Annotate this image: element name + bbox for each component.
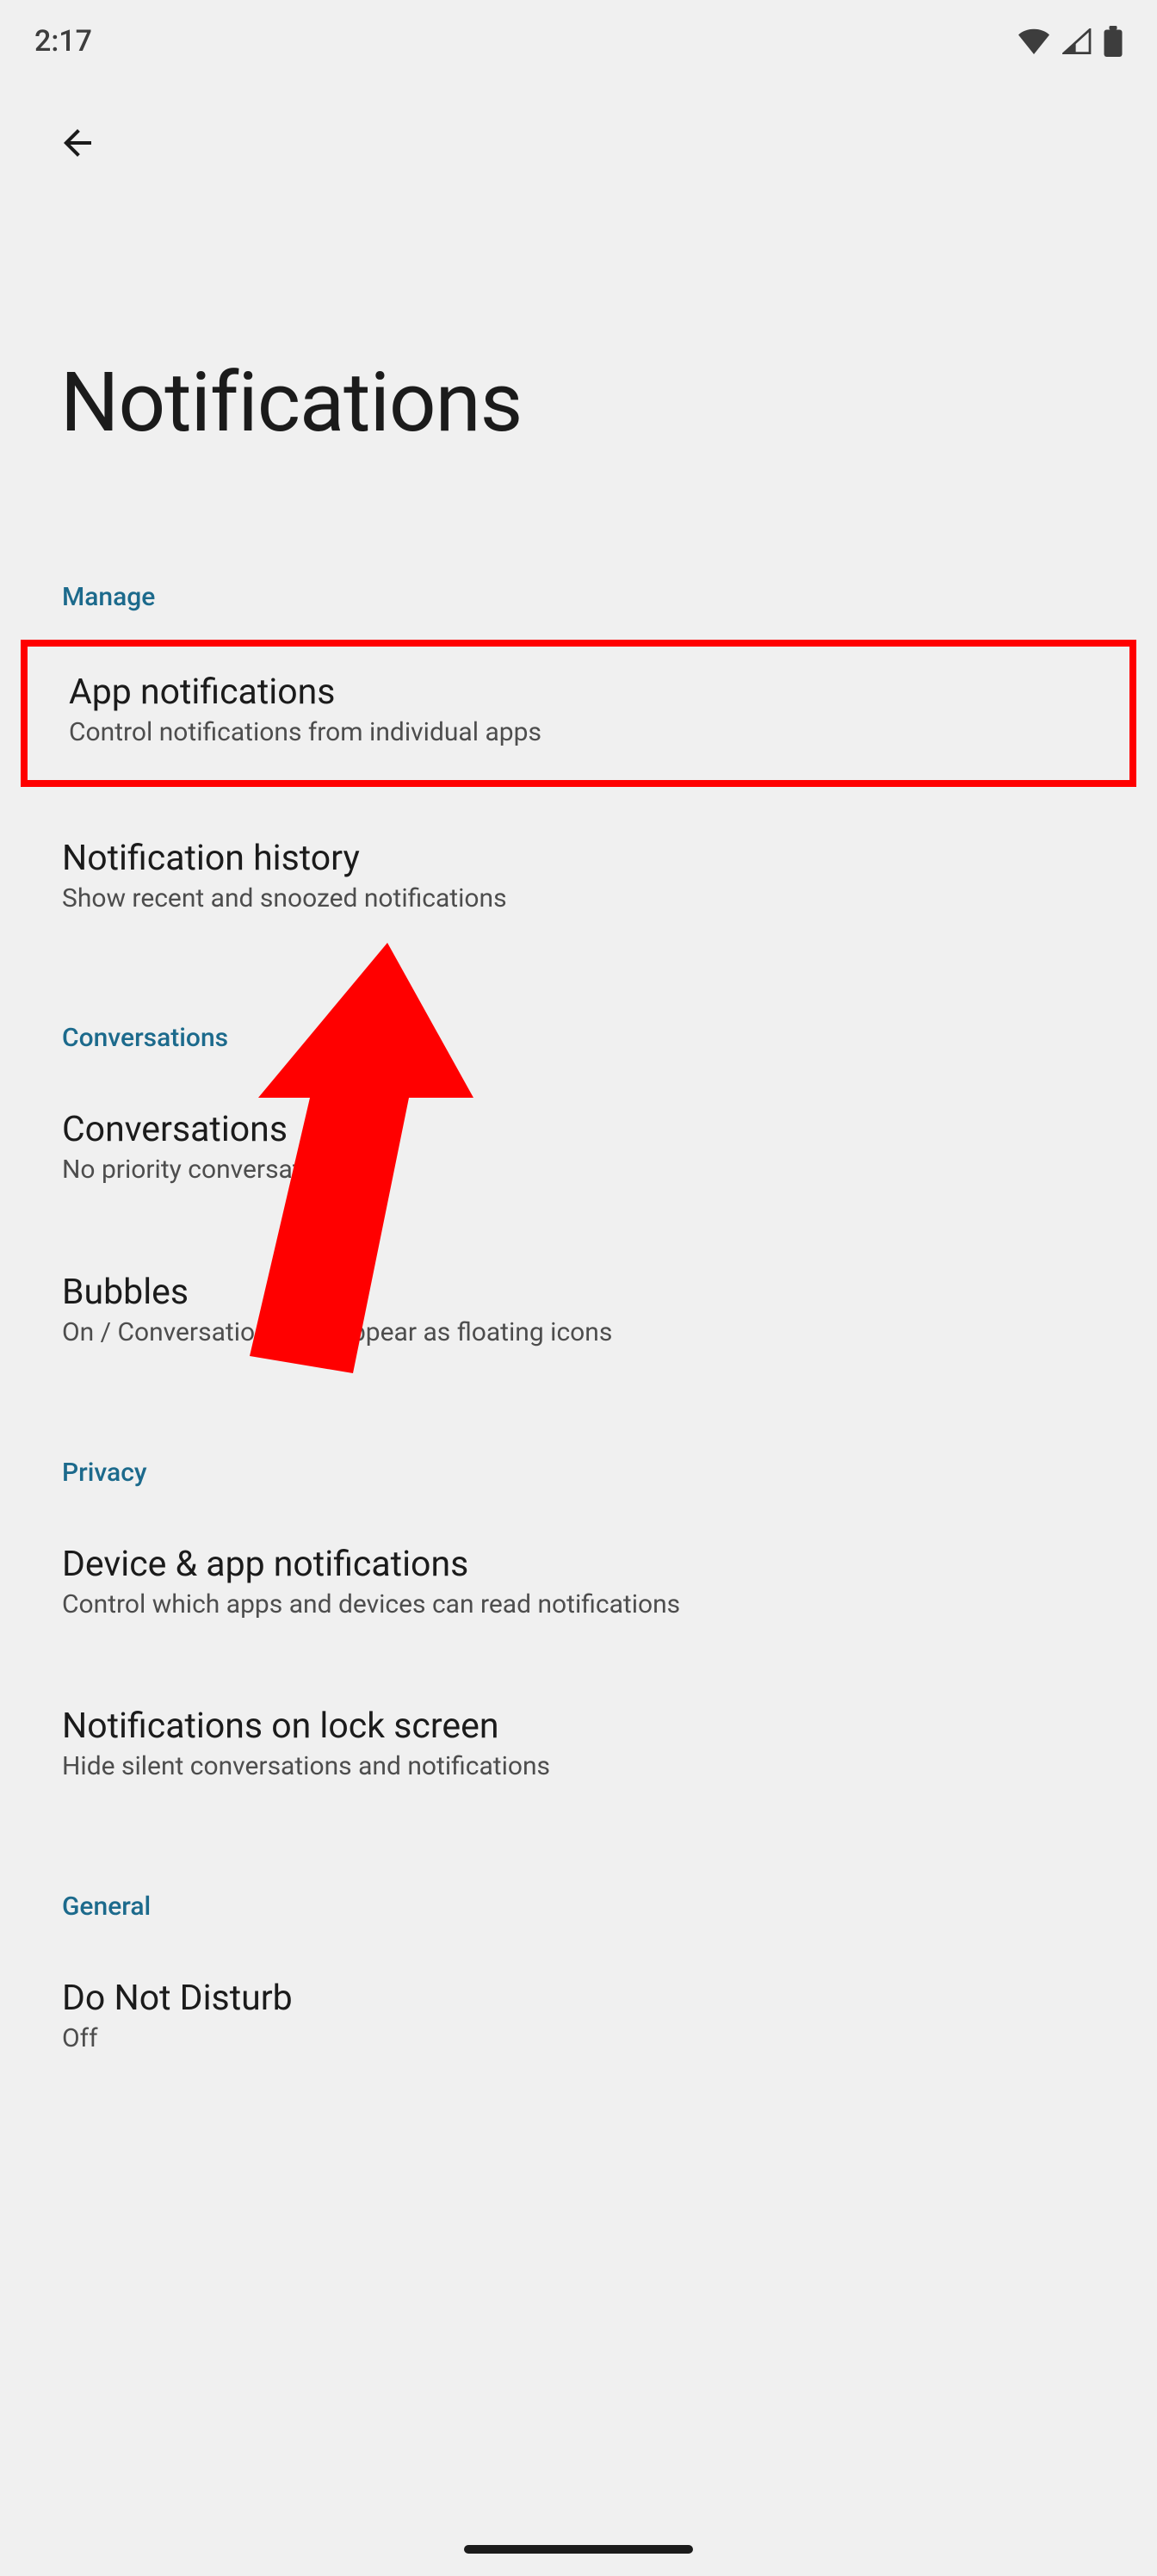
page-title: Notifications — [0, 174, 1157, 554]
status-time: 2:17 — [34, 24, 92, 59]
row-subtitle: Control notifications from individual ap… — [69, 716, 1088, 749]
row-title: Conversations — [62, 1110, 1095, 1154]
row-device-app-notifications[interactable]: Device & app notifications Control which… — [0, 1515, 1157, 1656]
section-header-general: General — [0, 1864, 1157, 1949]
row-title: Notifications on lock screen — [62, 1706, 1095, 1750]
row-subtitle: Show recent and snoozed notifications — [62, 882, 1095, 915]
row-title: Bubbles — [62, 1273, 1095, 1316]
row-bubbles[interactable]: Bubbles On / Conversations can appear as… — [0, 1243, 1157, 1384]
arrow-left-icon — [57, 122, 98, 164]
navigation-handle[interactable] — [464, 2545, 693, 2554]
row-title: Do Not Disturb — [62, 1978, 1095, 2022]
row-subtitle: Off — [62, 2022, 1095, 2055]
row-lock-screen[interactable]: Notifications on lock screen Hide silent… — [0, 1677, 1157, 1817]
row-subtitle: Hide silent conversations and notificati… — [62, 1750, 1095, 1783]
status-icons — [1018, 26, 1123, 57]
row-app-notifications[interactable]: App notifications Control notifications … — [21, 640, 1136, 787]
row-subtitle: Control which apps and devices can read … — [62, 1588, 1095, 1621]
row-do-not-disturb[interactable]: Do Not Disturb Off — [0, 1949, 1157, 2090]
row-subtitle: On / Conversations can appear as floatin… — [62, 1316, 1095, 1349]
row-subtitle: No priority conversations — [62, 1154, 1095, 1186]
wifi-icon — [1018, 28, 1050, 54]
row-title: Device & app notifications — [62, 1545, 1095, 1588]
row-conversations[interactable]: Conversations No priority conversations — [0, 1081, 1157, 1221]
status-bar: 2:17 — [0, 0, 1157, 83]
row-title: App notifications — [69, 672, 1088, 716]
row-notification-history[interactable]: Notification history Show recent and sno… — [0, 809, 1157, 950]
section-header-conversations: Conversations — [0, 995, 1157, 1081]
section-header-manage: Manage — [0, 554, 1157, 640]
battery-icon — [1104, 26, 1123, 57]
row-title: Notification history — [62, 839, 1095, 882]
back-button[interactable] — [46, 112, 108, 174]
signal-icon — [1062, 28, 1092, 54]
section-header-privacy: Privacy — [0, 1430, 1157, 1515]
